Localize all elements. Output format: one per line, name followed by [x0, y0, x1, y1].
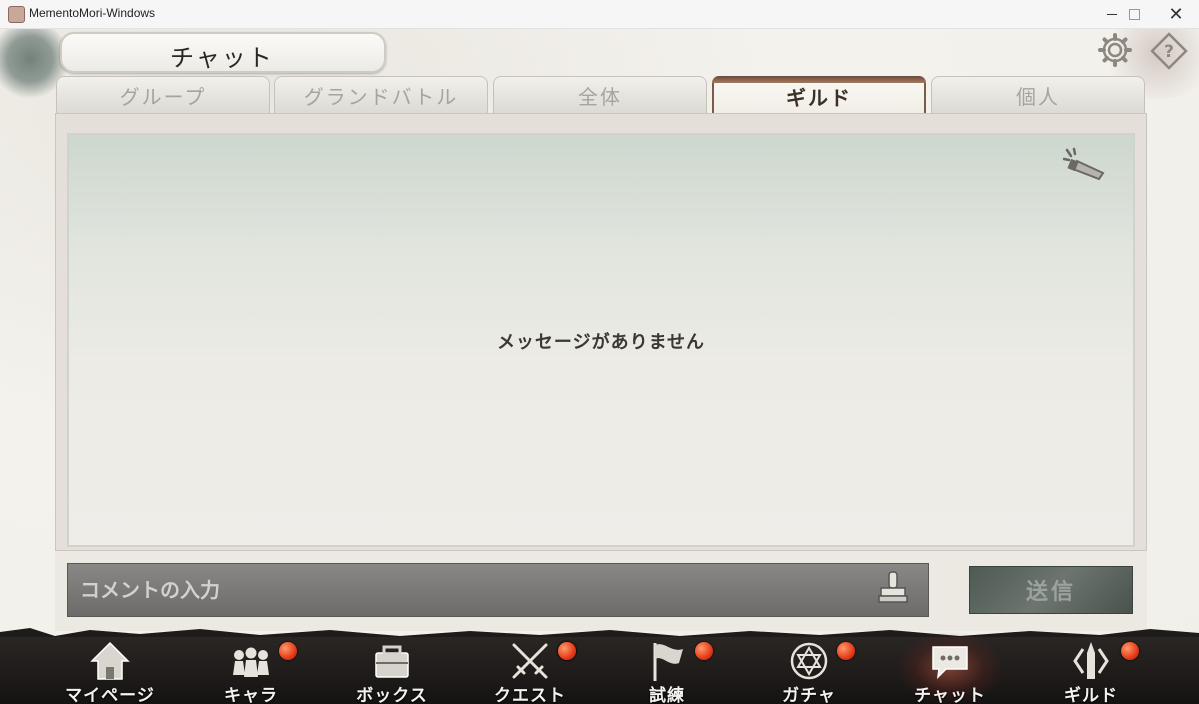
- page-title-plate: チャット: [60, 32, 386, 73]
- tab-label: グループ: [119, 84, 207, 109]
- window-title: MementoMori-Windows: [29, 6, 156, 20]
- nav-label: クエスト: [494, 686, 566, 704]
- svg-text:?: ?: [1164, 42, 1174, 62]
- empty-message: メッセージがありません: [496, 332, 706, 353]
- window-titlebar: MementoMori-Windows ✕: [0, 0, 1199, 29]
- nav-item-characters[interactable]: キャラ: [191, 637, 311, 704]
- chat-message-list[interactable]: メッセージがありません: [67, 133, 1135, 547]
- close-button[interactable]: ✕: [1153, 0, 1199, 28]
- nav-label: マイページ: [65, 686, 155, 704]
- box-icon: [375, 645, 409, 678]
- send-button-label: 送信: [1025, 579, 1076, 605]
- tab-group[interactable]: グループ: [56, 76, 270, 114]
- characters-icon: [233, 647, 269, 677]
- tab-label: グランドバトル: [303, 84, 459, 109]
- comment-input[interactable]: [68, 564, 928, 616]
- game-viewport: チャット ? グループ グランドバトル 全体 ギルド 個人 メッセージがありませ…: [0, 29, 1199, 704]
- nav-label: ギルド: [1064, 686, 1118, 704]
- notification-badge: [279, 642, 297, 660]
- gear-icon[interactable]: [1098, 33, 1132, 67]
- tab-guild[interactable]: ギルド: [712, 76, 926, 114]
- tab-private[interactable]: 個人: [931, 76, 1145, 114]
- tab-all[interactable]: 全体: [493, 76, 707, 114]
- maximize-button[interactable]: [1111, 0, 1157, 28]
- crossed-swords-icon: [512, 643, 548, 679]
- tab-grand-battle[interactable]: グランドバトル: [274, 76, 488, 114]
- notification-badge: [837, 642, 855, 660]
- page-title: チャット: [170, 44, 274, 72]
- nav-item-trial[interactable]: 試練: [607, 637, 727, 704]
- nav-item-quest[interactable]: クエスト: [470, 637, 590, 704]
- flag-icon: [653, 643, 683, 681]
- app-icon: [8, 6, 25, 23]
- nav-label: ガチャ: [782, 686, 836, 704]
- guild-icon: [1073, 642, 1109, 679]
- nav-item-guild[interactable]: ギルド: [1031, 637, 1151, 704]
- megaphone-icon[interactable]: [1063, 147, 1109, 189]
- home-icon: [90, 641, 130, 680]
- notification-badge: [1121, 642, 1139, 660]
- chat-icon: [932, 646, 968, 680]
- nav-label: チャット: [914, 686, 986, 704]
- nav-item-box[interactable]: ボックス: [332, 637, 576, 704]
- send-button[interactable]: 送信: [969, 566, 1133, 614]
- stamp-icon[interactable]: [873, 569, 913, 609]
- bottom-navigation: マイページ キャラ ボックス クエスト 試練 ガチャ チャット ギルド: [0, 631, 1199, 704]
- help-icon[interactable]: ?: [1150, 32, 1188, 70]
- nav-label: 試練: [649, 686, 685, 704]
- tab-label: 個人: [1016, 84, 1060, 109]
- nav-item-chat[interactable]: チャット: [890, 631, 1010, 704]
- nav-item-gacha[interactable]: ガチャ: [749, 637, 869, 704]
- notification-badge: [695, 642, 713, 660]
- nav-label: キャラ: [224, 686, 278, 704]
- notification-badge: [558, 642, 576, 660]
- nav-label: ボックス: [356, 686, 428, 704]
- gacha-icon: [790, 642, 828, 680]
- comment-input-box[interactable]: [67, 563, 929, 617]
- tab-label: ギルド: [786, 85, 852, 110]
- tab-label: 全体: [578, 84, 622, 109]
- nav-item-mypage[interactable]: マイページ: [50, 637, 170, 704]
